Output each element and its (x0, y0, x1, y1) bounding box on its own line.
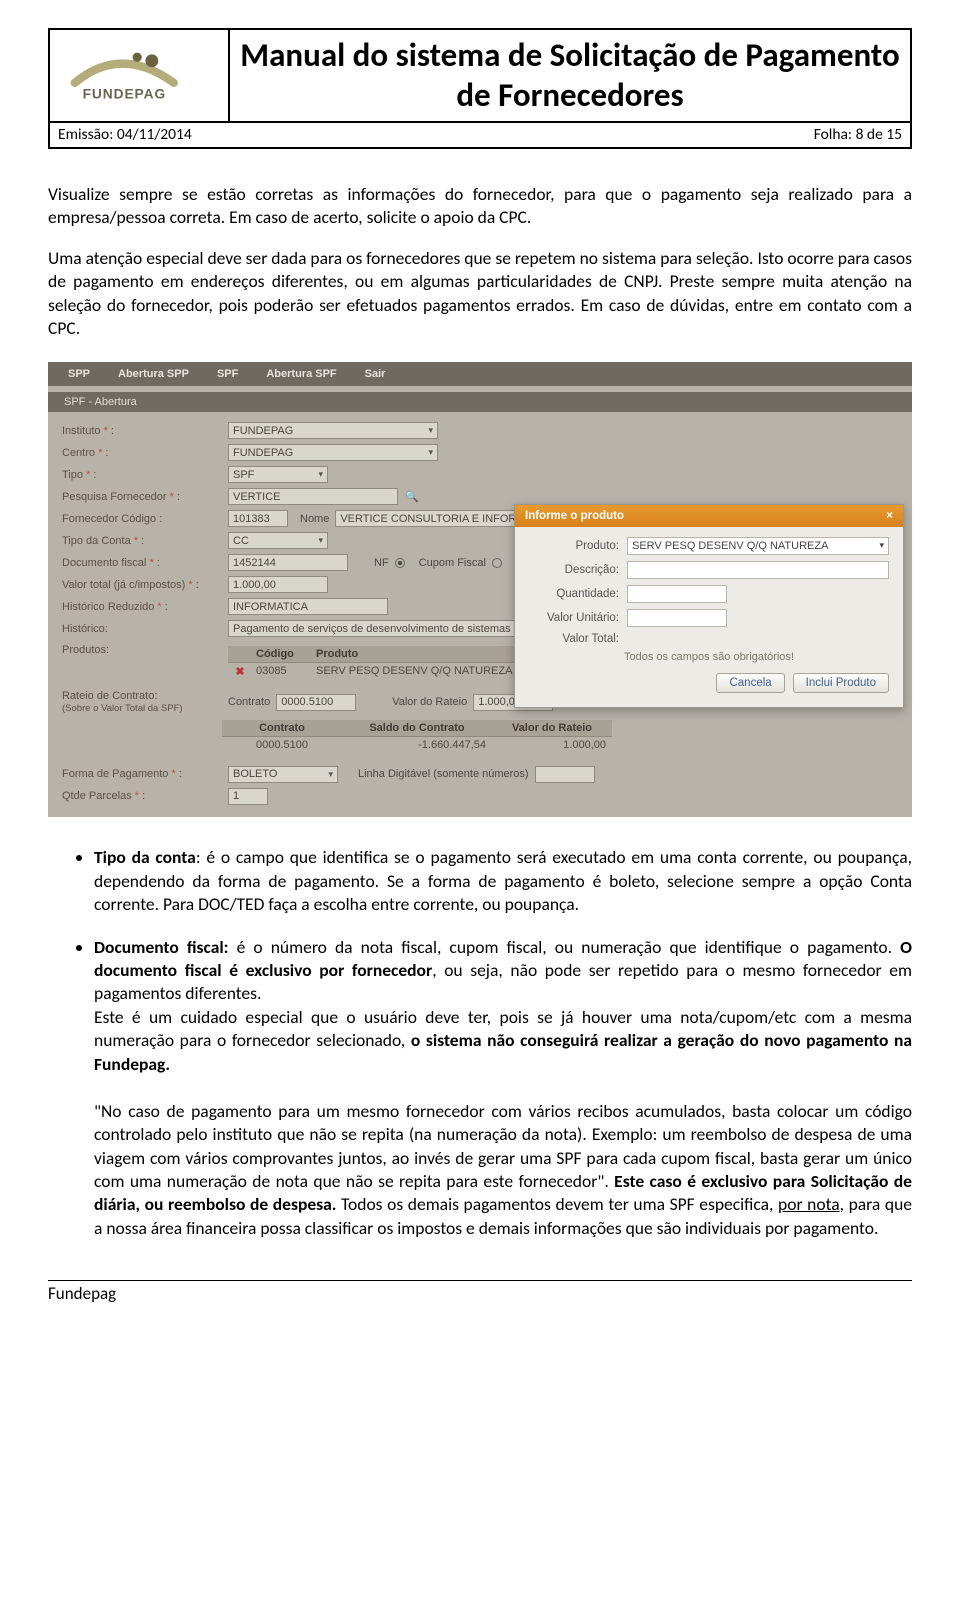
bullet-tipo-conta: Tipo da conta: é o campo que identifica … (94, 845, 912, 916)
prod-codigo: 03085 (252, 663, 312, 680)
label-tipo: Tipo (62, 469, 83, 481)
rateio-table: Contrato Saldo do Contrato Valor do Rate… (222, 720, 642, 753)
label-valor-total: Valor total (já c/impostos) (62, 579, 185, 591)
label-rateio: Rateio de Contrato: (62, 690, 157, 702)
select-instituto[interactable]: FUNDEPAG (228, 422, 438, 439)
modal-informe-produto: Informe o produto × Produto: SERV PESQ D… (514, 504, 904, 708)
prod-nome: SERV PESQ DESENV Q/Q NATUREZA (312, 663, 516, 680)
select-forma-pagamento[interactable]: BOLETO (228, 766, 338, 783)
explanation-list: Tipo da conta: é o campo que identifica … (48, 845, 912, 1240)
label-cupom: Cupom Fiscal (419, 557, 486, 569)
modal-note: Todos os campos são obrigatórios! (529, 651, 889, 663)
radio-cupom[interactable] (492, 558, 502, 568)
folha: Folha: 8 de 15 (814, 125, 902, 144)
modal-input-quantidade[interactable] (627, 585, 727, 603)
tab-abertura-spp[interactable]: Abertura SPP (118, 368, 189, 380)
label-instituto: Instituto (62, 425, 101, 437)
label-rateio-sub: (Sobre o Valor Total da SPF) (62, 703, 183, 714)
input-hist-reduzido[interactable]: INFORMATICA (228, 598, 388, 615)
modal-input-descricao[interactable] (627, 561, 889, 579)
document-header: FUNDEPAG Manual do sistema de Solicitaçã… (48, 28, 912, 149)
delete-product-icon[interactable]: ✖ (228, 663, 252, 680)
tab-spf[interactable]: SPF (217, 368, 238, 380)
label-pesq-fornecedor: Pesquisa Fornecedor (62, 491, 167, 503)
select-centro[interactable]: FUNDEPAG (228, 444, 438, 461)
app-screenshot: SPP Abertura SPP SPF Abertura SPF Sair S… (48, 362, 912, 818)
input-historico[interactable]: Pagamento de serviços de desenvolvimento… (228, 620, 528, 637)
label-tipo-conta: Tipo da Conta (62, 535, 131, 547)
select-tipo-conta[interactable]: CC (228, 532, 328, 549)
intro-paragraph-1: Visualize sempre se estão corretas as in… (48, 183, 912, 229)
close-icon[interactable]: × (886, 510, 893, 522)
radio-nf[interactable] (395, 558, 405, 568)
modal-select-produto[interactable]: SERV PESQ DESENV Q/Q NATUREZA (627, 537, 889, 555)
label-contrato-inline: Contrato (228, 696, 270, 708)
modal-input-valor-unitario[interactable] (627, 609, 727, 627)
input-fornecedor-codigo: 101383 (228, 510, 288, 527)
logo-cell: FUNDEPAG (50, 30, 230, 121)
label-qtde-parcelas: Qtde Parcelas (62, 790, 132, 802)
search-icon[interactable]: 🔍 (404, 489, 420, 505)
input-pesq-fornecedor[interactable]: VERTICE (228, 488, 398, 505)
modal-label-descricao: Descrição: (529, 564, 619, 576)
modal-label-valor-total: Valor Total: (529, 633, 619, 645)
modal-label-quantidade: Quantidade: (529, 588, 619, 600)
label-linha-digitavel: Linha Digitável (somente números) (358, 768, 529, 780)
tab-sair[interactable]: Sair (365, 368, 386, 380)
modal-label-valor-unitario: Valor Unitário: (529, 612, 619, 624)
input-doc-fiscal[interactable]: 1452144 (228, 554, 348, 571)
bullet-documento-fiscal: Documento fiscal: é o número da nota fis… (94, 935, 912, 1241)
label-historico: Histórico: (62, 623, 108, 635)
panel-title: SPF - Abertura (48, 392, 912, 412)
emissao: Emissão: 04/11/2014 (58, 125, 192, 144)
tab-spp[interactable]: SPP (68, 368, 90, 380)
label-valor-rateio-inline: Valor do Rateio (392, 696, 467, 708)
input-linha-digitavel[interactable] (535, 766, 595, 783)
modal-title: Informe o produto (525, 510, 624, 522)
fundepag-logo: FUNDEPAG (64, 48, 214, 103)
label-nome: Nome (300, 513, 329, 525)
logo-text: FUNDEPAG (83, 87, 166, 102)
label-doc-fiscal: Documento fiscal (62, 557, 146, 569)
inclui-produto-button[interactable]: Inclui Produto (793, 673, 889, 693)
select-tipo[interactable]: SPF (228, 466, 328, 483)
label-produtos: Produtos: (62, 644, 109, 656)
label-fornecedor-codigo: Fornecedor Código (62, 513, 156, 525)
cancel-button[interactable]: Cancela (716, 673, 784, 693)
intro-paragraph-2: Uma atenção especial deve ser dada para … (48, 247, 912, 339)
label-centro: Centro (62, 447, 95, 459)
input-qtde-parcelas[interactable]: 1 (228, 788, 268, 805)
app-tabs: SPP Abertura SPP SPF Abertura SPF Sair (48, 362, 912, 386)
label-hist-reduzido: Histórico Reduzido (62, 601, 154, 613)
tab-abertura-spf[interactable]: Abertura SPF (266, 368, 336, 380)
label-forma-pagamento: Forma de Pagamento (62, 768, 168, 780)
footer-text: Fundepag (48, 1281, 912, 1304)
input-valor-total[interactable]: 1.000,00 (228, 576, 328, 593)
modal-label-produto: Produto: (529, 540, 619, 552)
label-nf: NF (374, 557, 389, 569)
input-contrato[interactable]: 0000.5100 (276, 694, 356, 711)
document-title: Manual do sistema de Solicitação de Paga… (230, 30, 910, 121)
